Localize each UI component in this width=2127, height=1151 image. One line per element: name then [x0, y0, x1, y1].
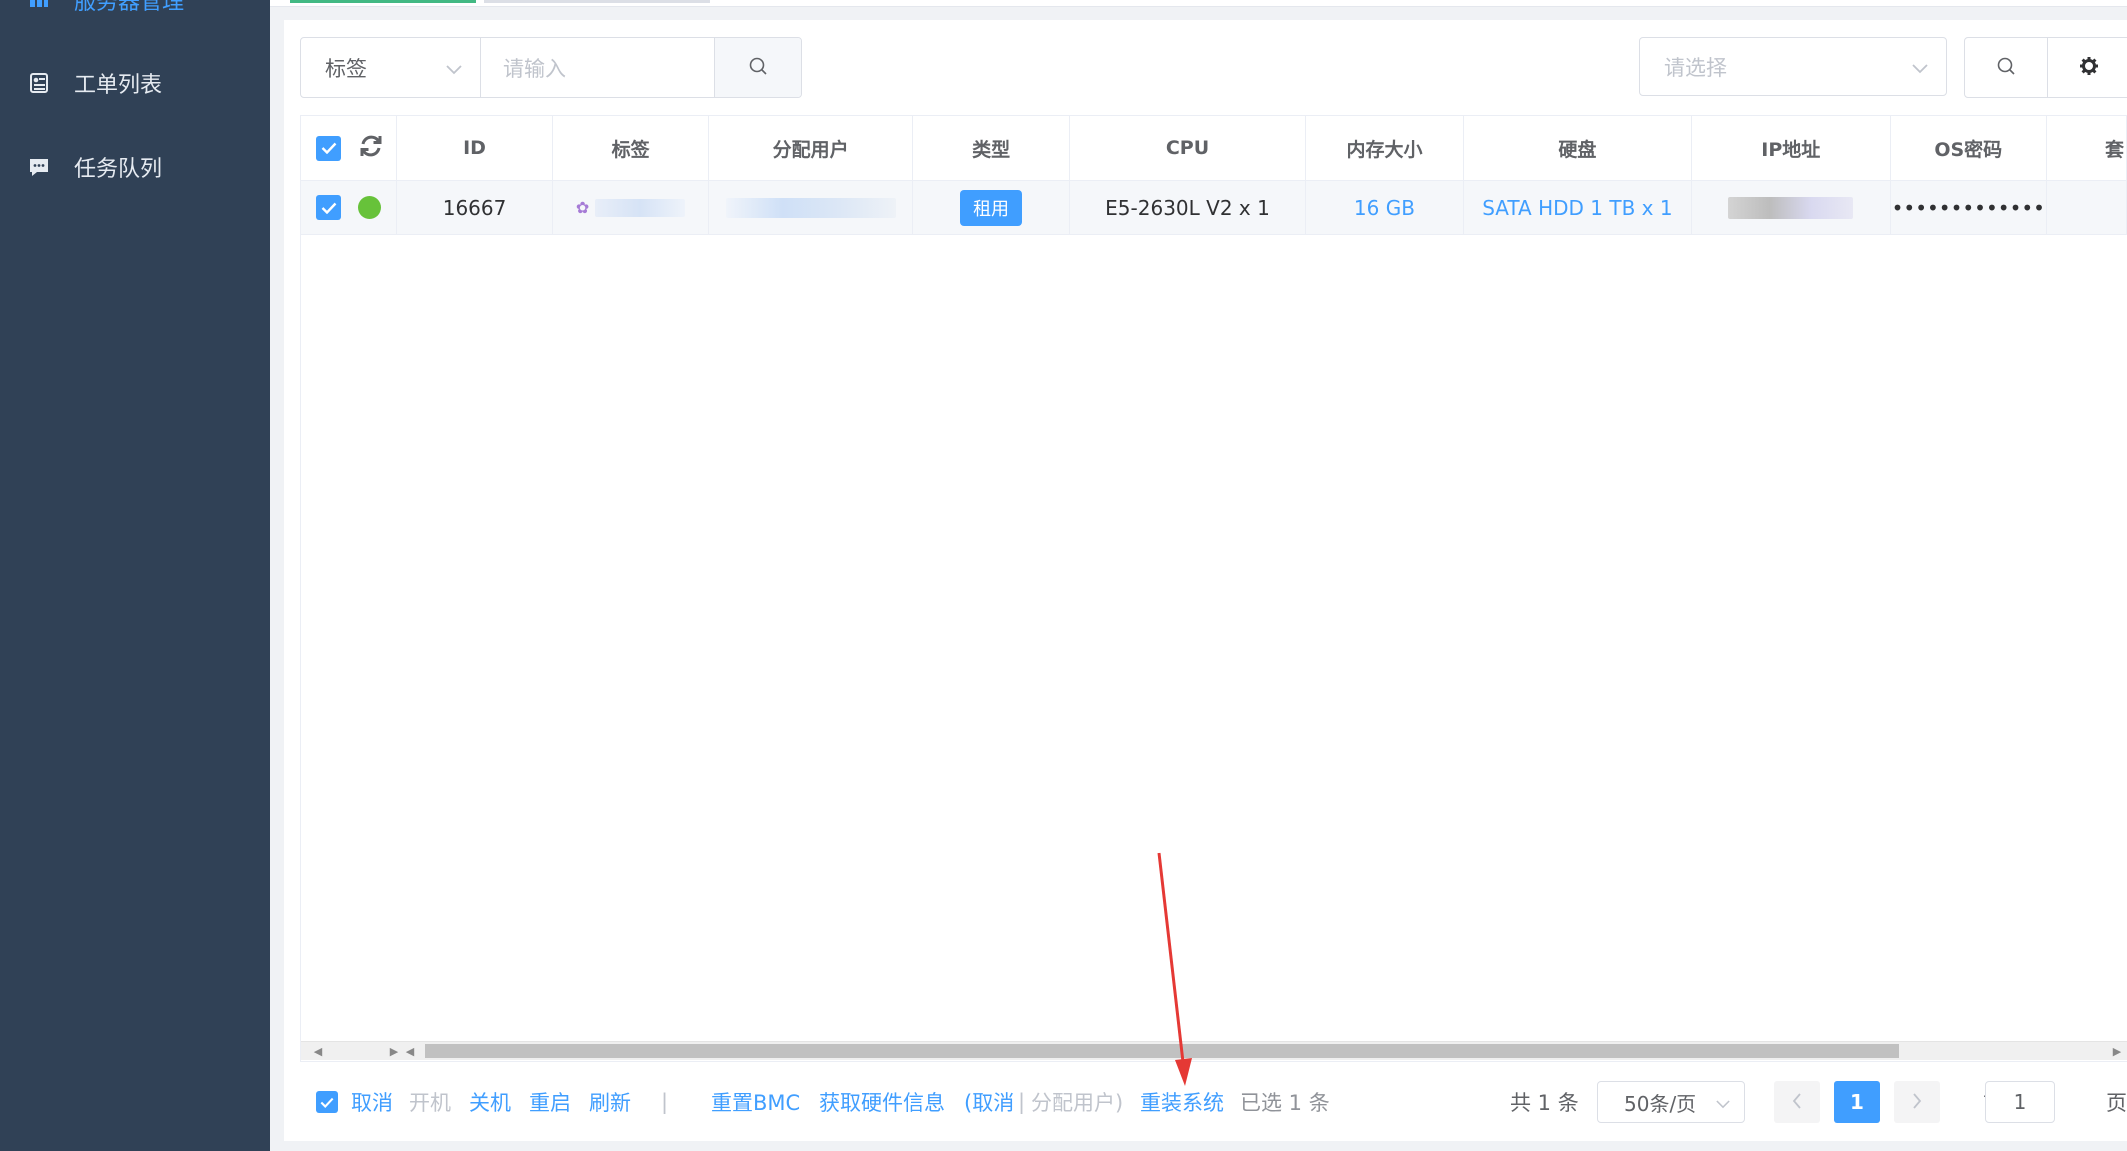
tag-icon: ✿: [575, 198, 590, 217]
get-hardware-info-button[interactable]: 获取硬件信息: [819, 1080, 945, 1124]
sidebar: 服务器管理 工单列表 任务队列: [0, 0, 270, 1151]
cancel-assign-button[interactable]: (取消: [964, 1080, 1014, 1124]
redacted-tag: [595, 198, 686, 217]
action-divider: |: [661, 1090, 669, 1114]
cell-os-password: •••••••••••••: [1891, 181, 2048, 234]
search-field-value: 标签: [325, 56, 367, 81]
cell-tag: ✿: [553, 181, 709, 234]
sidebar-item-label: 任务队列: [74, 157, 163, 182]
chevron-down-icon: [1716, 1090, 1730, 1114]
toolbar-search-button[interactable]: [1965, 38, 2048, 97]
table-row[interactable]: 16667 ✿ 租用 E5-2630L V2 x 1 16 GB SATA HD…: [301, 181, 2127, 235]
search-icon: [1996, 56, 2016, 80]
sidebar-item-label: 工单列表: [74, 73, 163, 98]
cell-truncated: [2047, 181, 2127, 234]
power-on-button[interactable]: 开机: [409, 1080, 451, 1124]
select-all-checkbox[interactable]: [316, 135, 341, 161]
column-header-disk[interactable]: 硬盘: [1464, 116, 1693, 180]
column-header-cpu[interactable]: CPU: [1070, 116, 1307, 180]
refresh-icon[interactable]: [358, 133, 384, 164]
reset-bmc-button[interactable]: 重置BMC: [711, 1080, 800, 1124]
column-header-ip[interactable]: IP地址: [1692, 116, 1891, 180]
sidebar-item-task-queue[interactable]: 任务队列: [26, 147, 162, 187]
page-size-value: 50条/页: [1624, 1091, 1697, 1116]
toolbar-buttons: [1964, 37, 2127, 98]
assign-user-button[interactable]: 分配用户): [1031, 1080, 1123, 1124]
scroll-left-icon[interactable]: ◀: [309, 1042, 327, 1060]
ticket-icon: [26, 70, 52, 96]
pagination-page-suffix: 页: [2106, 1091, 2127, 1115]
chevron-down-icon: [1912, 55, 1928, 79]
sidebar-item-ticket-list[interactable]: 工单列表: [26, 63, 162, 103]
horizontal-scrollbar[interactable]: ◀ ▶ ◀ ▶: [301, 1041, 2127, 1060]
filter-select-placeholder: 请选择: [1664, 55, 1727, 80]
scroll-left-icon[interactable]: ◀: [401, 1042, 419, 1060]
cell-disk-link[interactable]: SATA HDD 1 TB x 1: [1464, 181, 1693, 234]
search-field-select[interactable]: 标签: [301, 38, 481, 97]
column-header-type[interactable]: 类型: [913, 116, 1070, 180]
power-off-button[interactable]: 关机: [469, 1080, 511, 1124]
row-checkbox[interactable]: [316, 195, 341, 220]
scroll-right-icon[interactable]: ▶: [2108, 1042, 2126, 1060]
row-select-cell: [301, 181, 397, 234]
page-size-select[interactable]: 50条/页: [1597, 1081, 1745, 1123]
settings-button[interactable]: [2048, 38, 2127, 97]
column-header-memory[interactable]: 内存大小: [1306, 116, 1464, 180]
cell-type: 租用: [913, 181, 1070, 234]
status-online-dot: [358, 196, 381, 219]
page-number-button[interactable]: 1: [1834, 1081, 1880, 1123]
type-badge: 租用: [960, 189, 1023, 226]
search-button[interactable]: [715, 38, 801, 97]
server-table: ID 标签 分配用户 类型 CPU 内存大小 硬盘 IP地址 OS密码 套 16…: [300, 115, 2127, 1062]
message-icon: [26, 154, 52, 180]
cell-assigned-user: [709, 181, 914, 234]
cell-memory-link[interactable]: 16 GB: [1306, 181, 1464, 234]
selected-count: 已选 1 条: [1240, 1091, 1330, 1115]
scrollbar-thumb[interactable]: [425, 1044, 1899, 1058]
cell-id: 16667: [397, 181, 554, 234]
prev-page-button[interactable]: [1774, 1081, 1820, 1123]
goto-page-input[interactable]: 1: [1985, 1081, 2055, 1123]
footer-checkbox[interactable]: [316, 1091, 338, 1113]
footer-select-checkbox[interactable]: [316, 1080, 338, 1124]
pagination-total: 共 1 条: [1510, 1091, 1579, 1115]
search-input[interactable]: 请输入: [481, 38, 715, 97]
column-header-id[interactable]: ID: [397, 116, 554, 180]
redacted-ip: [1728, 196, 1854, 219]
column-header-tag[interactable]: 标签: [553, 116, 709, 180]
search-input-placeholder: 请输入: [503, 56, 566, 81]
tab-other[interactable]: [484, 0, 710, 3]
column-header-truncated[interactable]: 套: [2047, 116, 2127, 180]
reboot-button[interactable]: 重启: [529, 1080, 571, 1124]
refresh-button[interactable]: 刷新: [589, 1080, 631, 1124]
sidebar-item-server-management[interactable]: 服务器管理: [26, 0, 184, 20]
sidebar-item-label: 服务器管理: [74, 0, 185, 15]
redacted-user: [725, 197, 896, 218]
server-icon: [26, 0, 52, 13]
cancel-assign-separator: |: [1018, 1090, 1026, 1114]
next-page-button[interactable]: [1894, 1081, 1940, 1123]
filter-select[interactable]: 请选择: [1639, 37, 1947, 96]
table-header: ID 标签 分配用户 类型 CPU 内存大小 硬盘 IP地址 OS密码 套: [301, 116, 2127, 181]
chevron-left-icon: [1792, 1090, 1802, 1114]
search-icon: [748, 56, 768, 80]
chevron-down-icon: [446, 56, 462, 80]
cell-ip: [1692, 181, 1891, 234]
reinstall-os-button[interactable]: 重装系统: [1140, 1080, 1224, 1124]
cancel-selection-button[interactable]: 取消: [351, 1080, 393, 1124]
column-header-os-password[interactable]: OS密码: [1891, 116, 2048, 180]
column-header-assigned-user[interactable]: 分配用户: [709, 116, 914, 180]
gear-icon: [2079, 56, 2099, 80]
header-select-cell: [301, 116, 397, 180]
cell-cpu: E5-2630L V2 x 1: [1070, 181, 1307, 234]
chevron-right-icon: [1912, 1090, 1922, 1114]
search-group: 标签 请输入: [300, 37, 802, 98]
tab-active-indicator[interactable]: [290, 0, 476, 3]
